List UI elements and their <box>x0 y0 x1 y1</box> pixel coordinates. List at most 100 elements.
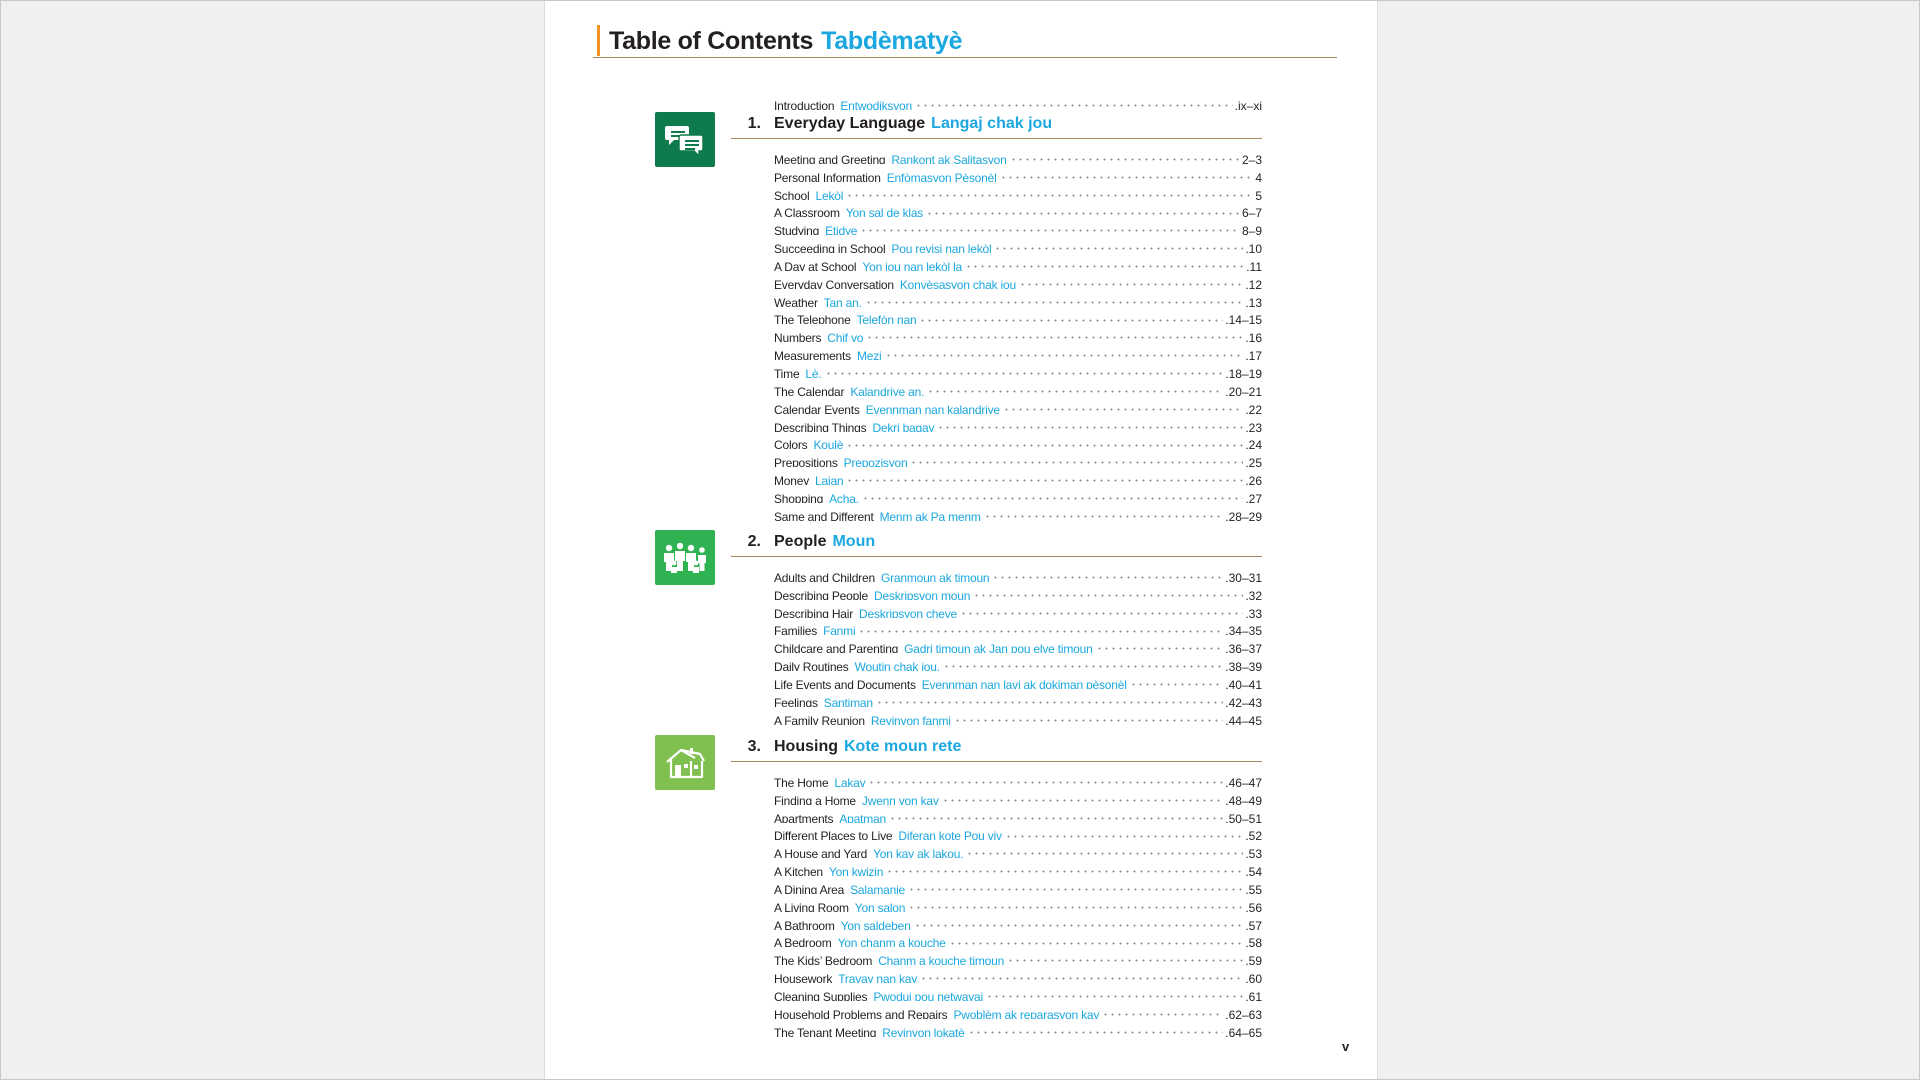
toc-entry-ht: Yon chanm a kouche <box>837 936 946 948</box>
toc-entry-ht: Pou reyisi nan lekòl <box>891 242 992 254</box>
page-title: Table of Contents Tabdèmatyè <box>609 27 962 56</box>
toc-entry-en: Studying <box>774 224 820 236</box>
toc-entry-en: A Kitchen <box>774 865 823 877</box>
page-number: v <box>1342 1039 1350 1054</box>
unit-number: 2. <box>747 533 761 550</box>
toc-row[interactable]: Childcare and Parenting Gadri timoun ak J… <box>774 635 1262 654</box>
leader-dots <box>908 876 1244 894</box>
toc-row[interactable]: The Home Lakay .46–47 <box>774 769 1262 787</box>
toc-row[interactable]: Time Lè. .18–19 <box>774 360 1262 378</box>
toc-row[interactable]: Succeeding in School Pou reyisi nan lekòl… <box>774 235 1262 254</box>
leader-dots <box>999 163 1254 182</box>
toc-row[interactable]: Families Fanmi .34–35 <box>774 617 1262 636</box>
leader-dots <box>992 564 1224 582</box>
toc-row[interactable]: Introduction Entwodiksyon .ix–xi <box>774 92 1262 110</box>
toc-row[interactable]: Describing Things Dekri bagay .23 <box>774 413 1262 432</box>
unit-number: 3. <box>747 738 761 755</box>
toc-entry-ht: Apatman <box>839 811 887 823</box>
toc-entry-pages: .52 <box>1245 829 1262 841</box>
toc-row[interactable]: Calendar Events Evennman nan kalandriye .2… <box>774 395 1262 414</box>
leader-dots <box>1007 947 1244 966</box>
toc-entry-pages: .28–29 <box>1225 509 1262 521</box>
toc-entry-ht: Deskripsyon cheve <box>859 606 958 618</box>
toc-row[interactable]: Adults and Children Granmoun ak timoun .30… <box>774 564 1262 582</box>
toc-row[interactable]: Meeting and Greeting Rankont ak Salitasyo… <box>774 146 1262 164</box>
toc-row[interactable]: The Tenant Meeting Reyinyon lokatè .64–65 <box>774 1018 1262 1037</box>
toc-row[interactable]: The Telephone Telefòn nan .14–15 <box>774 306 1262 325</box>
toc-entry-en: Life Events and Documents <box>774 677 916 689</box>
toc-row[interactable]: Everyday Conversation Konvèsasyon chak jo… <box>774 270 1262 289</box>
toc-entry-en: Apartments <box>774 811 834 823</box>
toc-entry-ht: Deskripsyon moun <box>874 588 971 600</box>
toc-entry-pages: .11 <box>1246 259 1262 271</box>
toc-row[interactable]: Different Places to Live Diferan kote Pou… <box>774 822 1262 841</box>
unit-heading[interactable]: 2. People Moun <box>731 532 1262 557</box>
toc-entry-en: Time <box>774 366 800 378</box>
toc-row[interactable]: Apartments Apatman .50–51 <box>774 804 1262 823</box>
toc-entry-ht: Yon kay ak lakou. <box>873 847 964 859</box>
toc-entry-ht: Pwodui pou netwayaj <box>873 989 983 1001</box>
toc-row[interactable]: A Kitchen Yon kwizin .54 <box>774 858 1262 877</box>
toc-entry-en: Cleaning Supplies <box>774 989 868 1001</box>
toc-row[interactable]: A Bathroom Yon saldeben .57 <box>774 911 1262 930</box>
toc-entry-en: Feelings <box>774 695 818 707</box>
toc-row[interactable]: The Kids’ Bedroom Chanm a kouche timoun .5… <box>774 947 1262 966</box>
toc-row[interactable]: Describing Hair Deskripsyon cheve .33 <box>774 599 1262 618</box>
toc-row[interactable]: Measurements Mezi .17 <box>774 342 1262 361</box>
toc-entry-pages: .55 <box>1245 882 1262 894</box>
leader-dots <box>908 893 1244 912</box>
toc-entry-pages: .61 <box>1245 989 1262 1001</box>
leader-dots <box>868 769 1224 787</box>
toc-row[interactable]: The Calendar Kalandriye an. .20–21 <box>774 377 1262 396</box>
toc-row[interactable]: Cleaning Supplies Pwodui pou netwayaj .61 <box>774 983 1262 1001</box>
unit-heading[interactable]: 3. Housing Kote moun rete <box>731 737 1262 762</box>
toc-entry-en: Colors <box>774 438 808 450</box>
toc-entry-pages: .30–31 <box>1225 570 1262 582</box>
toc-row[interactable]: A Bedroom Yon chanm a kouche .58 <box>774 929 1262 948</box>
toc-entry-pages: .36–37 <box>1225 642 1262 654</box>
toc-entry-pages: .58 <box>1245 936 1262 948</box>
toc-row[interactable]: Describing People Deskripsyon moun .32 <box>774 581 1262 600</box>
toc-row[interactable]: Life Events and Documents Evennman nan la… <box>774 671 1262 689</box>
toc-row[interactable]: Same and Different Menm ak Pa menm .28–29 <box>774 502 1262 521</box>
toc-entry-en: A Family Reunion <box>774 713 865 725</box>
toc-row[interactable]: A Dining Area Salamanje .55 <box>774 876 1262 894</box>
unit-heading[interactable]: 1. Everyday Language Langaj chak jou <box>731 114 1262 139</box>
leader-dots <box>973 581 1244 600</box>
toc-row[interactable]: A Classroom Yon sal de klas 6–7 <box>774 199 1262 218</box>
toc-row[interactable]: Finding a Home Jwenn yon kay .48–49 <box>774 786 1262 805</box>
toc-entry-pages: 2–3 <box>1241 152 1262 164</box>
toc-entry-ht: Rankont ak Salitasyon <box>891 152 1007 164</box>
toc-row[interactable]: Daily Routines Woutin chak jou. .38–39 <box>774 653 1262 672</box>
leader-dots <box>967 1018 1224 1037</box>
toc-row[interactable]: Prepositions Prepozisyon .25 <box>774 449 1262 468</box>
toc-entry-ht: Reyinyon lokatè <box>882 1025 965 1037</box>
toc-row[interactable]: Numbers Chif yo .16 <box>774 324 1262 343</box>
toc-row[interactable]: Colors Koulè .24 <box>774 431 1262 450</box>
toc-entry-en: A House and Yard <box>774 847 868 859</box>
toc-row[interactable]: Personal Information Enfòmasyon Pèsonèl 4 <box>774 163 1262 182</box>
leader-dots <box>926 199 1240 218</box>
toc-row[interactable]: A Day at School Yon jou nan lekòl la .11 <box>774 253 1262 271</box>
toc-row[interactable]: Money Lajan .26 <box>774 467 1262 486</box>
toc-row[interactable]: A Living Room Yon salon .56 <box>774 893 1262 912</box>
toc-entry-ht: Dekri bagay <box>872 420 935 432</box>
toc-entry-pages: .54 <box>1245 865 1262 877</box>
toc-entry-en: Household Problems and Repairs <box>774 1007 948 1019</box>
toc-row[interactable]: Shopping Acha. .27 <box>774 485 1262 503</box>
toc-row[interactable]: Housework Travay nan kay .60 <box>774 965 1262 984</box>
toc-row[interactable]: A House and Yard Yon kay ak lakou. .53 <box>774 840 1262 859</box>
toc-entry-ht: Yon saldeben <box>840 918 911 930</box>
leader-dots <box>913 911 1244 930</box>
toc-row[interactable]: Household Problems and Repairs Pwoblèm ak… <box>774 1000 1262 1019</box>
toc-introduction[interactable]: Introduction Entwodiksyon .ix–xi <box>774 92 1262 110</box>
toc-row[interactable]: School Lekòl 5 <box>774 181 1262 200</box>
toc-row[interactable]: A Family Reunion Reyinyon fanmi .44–45 <box>774 706 1262 725</box>
toc-row[interactable]: Feelings Santiman .42–43 <box>774 688 1262 707</box>
toc-entry-pages: .40–41 <box>1225 677 1262 689</box>
house-icon <box>655 735 715 790</box>
toc-row[interactable]: Studying Etidye 8–9 <box>774 217 1262 236</box>
toc-entry-pages: .32 <box>1245 588 1262 600</box>
toc-entry-ht: Chanm a kouche timoun <box>878 954 1005 966</box>
toc-row[interactable]: Weather Tan an. .13 <box>774 288 1262 307</box>
